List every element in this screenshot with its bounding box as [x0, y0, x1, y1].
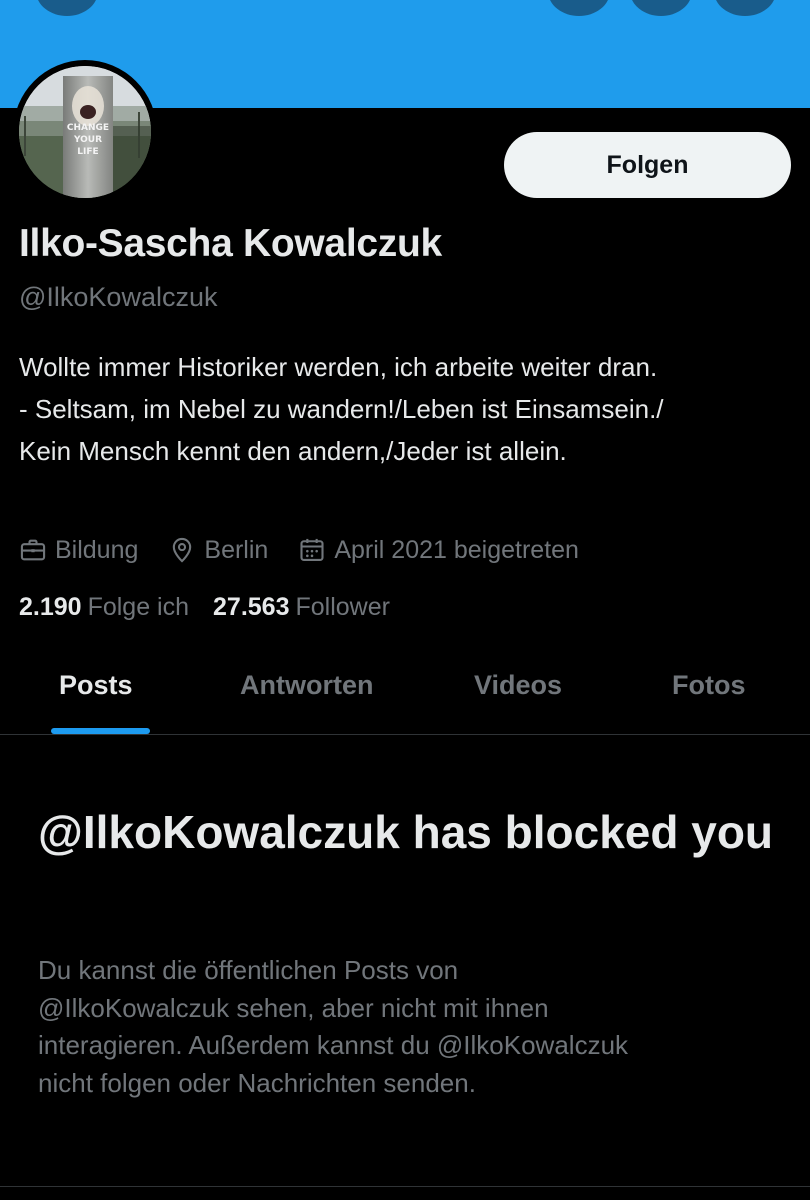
- profile-bio: Wollte immer Historiker werden, ich arbe…: [19, 346, 799, 472]
- blocked-description-line: nicht folgen oder Nachrichten senden.: [38, 1067, 476, 1098]
- blocked-description-line: interagieren. Außerdem kannst du @IlkoKo…: [38, 1030, 629, 1060]
- blocked-description-line: Du kannst die öffentlichen Posts von: [38, 955, 459, 985]
- tab-fotos[interactable]: Fotos: [672, 670, 746, 701]
- profile-category: Bildung: [19, 536, 138, 565]
- following-link[interactable]: 2.190 Folge ich: [19, 593, 189, 622]
- avatar-graffiti-change: CHANGE: [67, 123, 109, 133]
- back-button[interactable]: [36, 0, 98, 16]
- search-button[interactable]: [630, 0, 692, 16]
- avatar-graffiti-your: YOUR: [73, 135, 102, 145]
- bio-line: Wollte immer Historiker werden, ich arbe…: [19, 352, 658, 382]
- briefcase-icon: [20, 539, 46, 561]
- divider: [0, 1186, 810, 1187]
- bio-line: Kein Mensch kennt den andern,/Jeder ist …: [19, 436, 567, 466]
- blocked-description: Du kannst die öffentlichen Posts von @Il…: [38, 952, 788, 1102]
- grok-button[interactable]: [548, 0, 610, 16]
- blocked-title: @IlkoKowalczuk has blocked you: [38, 806, 774, 858]
- location-pin-icon: [173, 537, 192, 563]
- blocked-description-line: @IlkoKowalczuk sehen, aber nicht mit ihn…: [38, 992, 549, 1023]
- profile-tabs: Posts Antworten Videos Fotos: [0, 650, 810, 735]
- joined-label: April 2021 beigetreten: [334, 535, 579, 564]
- bio-line: - Seltsam, im Nebel zu wandern!/Leben is…: [19, 394, 664, 424]
- location-label: Berlin: [204, 535, 269, 564]
- follow-button[interactable]: Folgen: [504, 132, 791, 198]
- category-label: Bildung: [55, 535, 139, 564]
- followers-link[interactable]: 27.563 Follower: [213, 593, 390, 622]
- active-tab-indicator: [51, 728, 150, 734]
- more-options-button[interactable]: [714, 0, 776, 16]
- tab-videos[interactable]: Videos: [474, 670, 562, 701]
- tab-posts[interactable]: Posts: [59, 670, 133, 701]
- tab-antworten[interactable]: Antworten: [240, 670, 373, 701]
- profile-handle: @IlkoKowalczuk: [19, 282, 218, 312]
- profile-location: Berlin: [168, 536, 268, 565]
- profile-joined: April 2021 beigetreten: [298, 536, 579, 565]
- following-count: 2.190: [19, 593, 82, 621]
- calendar-icon: [300, 538, 324, 561]
- followers-count: 27.563: [213, 593, 290, 621]
- following-label: Folge ich: [87, 593, 190, 621]
- profile-stats: 2.190 Folge ich 27.563 Follower: [19, 593, 414, 622]
- avatar-photo: CHANGE YOUR LIFE: [19, 66, 151, 198]
- profile-name: Ilko-Sascha Kowalczuk: [19, 222, 442, 265]
- profile-meta: Bildung Berlin April 2021 beigetreten: [19, 534, 609, 566]
- profile-avatar[interactable]: CHANGE YOUR LIFE: [13, 60, 157, 204]
- avatar-image: CHANGE YOUR LIFE: [19, 66, 151, 198]
- followers-label: Follower: [295, 593, 390, 621]
- avatar-graffiti-life: LIFE: [77, 147, 98, 157]
